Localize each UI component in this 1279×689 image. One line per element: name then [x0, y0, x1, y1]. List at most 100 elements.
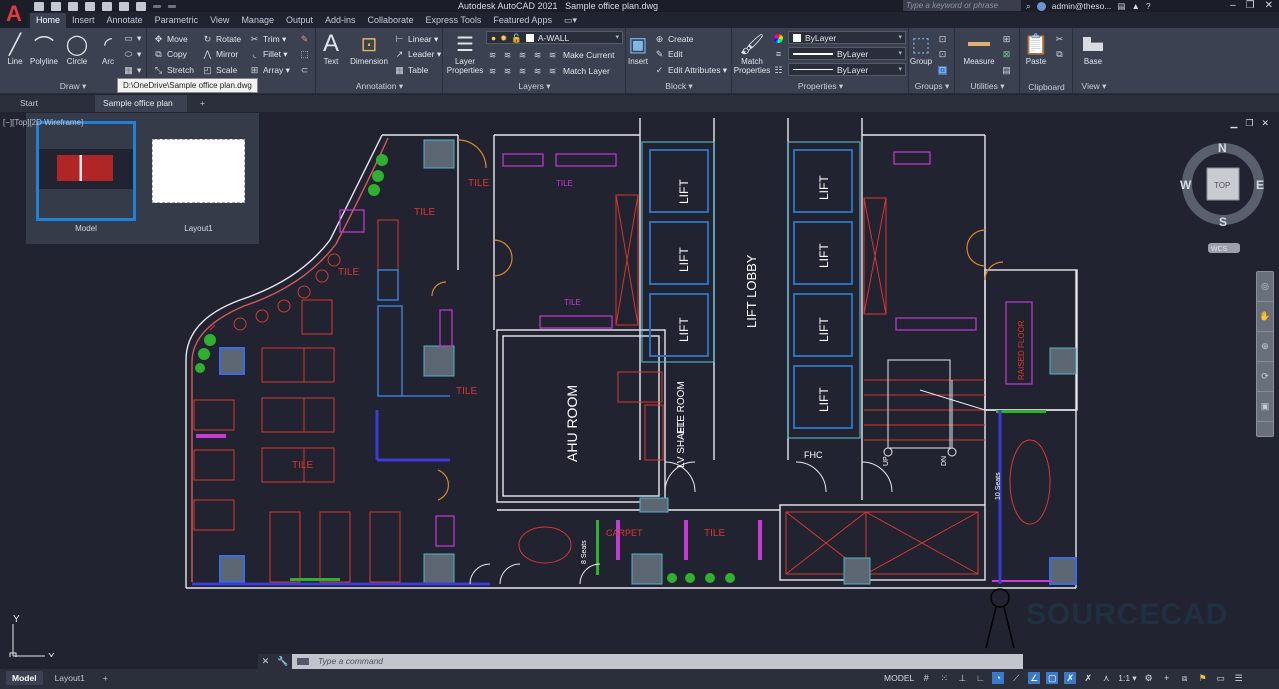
customization-menu-icon[interactable]: ☰ [1233, 672, 1245, 684]
tab-output[interactable]: Output [280, 13, 319, 28]
edit-block-button[interactable]: ✎ Edit [655, 47, 683, 61]
user-signin[interactable]: admin@theso... [1052, 1, 1112, 11]
layout-tab-model[interactable]: Model [6, 671, 43, 685]
command-input[interactable]: Type a command [292, 654, 1023, 669]
thumbnail-model[interactable] [36, 121, 136, 221]
restore-button[interactable]: ❐ [1246, 0, 1255, 12]
viewport-controls-label[interactable]: [−][Top][2D Wireframe] [3, 118, 83, 127]
showmotion-icon[interactable]: ▣ [1257, 392, 1273, 422]
block-panel-label[interactable]: Block ▾ [627, 81, 731, 92]
undo-icon[interactable] [153, 4, 161, 8]
close-command-line-icon[interactable]: ✕ [262, 656, 270, 667]
clean-screen-icon[interactable]: ▭ [1215, 672, 1227, 684]
utilities-panel-label[interactable]: Utilities ▾ [956, 81, 1019, 92]
groups-panel-label[interactable]: Groups ▾ [910, 81, 954, 92]
rectangle-button[interactable]: ▭ ▾ [124, 31, 141, 45]
viewport-close-icon[interactable]: ✕ [1261, 118, 1269, 129]
layer-lock-icon[interactable]: ≋ [533, 50, 542, 60]
help-search-input[interactable]: Type a keyword or phrase [903, 0, 1021, 11]
zoom-extents-icon[interactable]: ⊕ [1257, 332, 1273, 362]
print-icon[interactable] [136, 1, 146, 11]
tab-view[interactable]: View [204, 13, 235, 28]
tab-insert[interactable]: Insert [66, 13, 101, 28]
model-space-toggle[interactable]: MODEL [884, 673, 914, 683]
create-block-button[interactable]: ⊕ Create [655, 32, 694, 46]
layers-panel-label[interactable]: Layers ▾ [444, 81, 625, 92]
make-current-button[interactable]: Make Current [563, 50, 615, 60]
doc-tab-start[interactable]: Start [12, 95, 92, 112]
layout-tab-layout1[interactable]: Layout1 [49, 671, 91, 685]
doc-tab-sample-office-plan[interactable]: Sample office plan ✕ [95, 95, 187, 125]
base-view-button[interactable]: Base [1074, 31, 1112, 66]
layer-thaw-all-icon[interactable]: ≋ [518, 66, 527, 76]
isometric-icon[interactable]: ⟋ [1010, 672, 1022, 684]
cart-icon[interactable]: ▤ [1117, 1, 1125, 12]
add-layout-button[interactable]: + [97, 671, 114, 685]
compass-n[interactable]: N [1218, 141, 1227, 155]
units-icon[interactable]: ⧈ [1179, 672, 1191, 684]
plot-preview-icon[interactable] [119, 1, 129, 11]
boundary-button[interactable]: ▦ ▾ [124, 63, 141, 77]
quick-select-button[interactable]: ⊞ [1002, 32, 1011, 46]
fillet-button[interactable]: ◟ Fillet ▾ [250, 47, 288, 61]
save-icon[interactable] [68, 1, 78, 11]
copy-clip-button[interactable]: ⧉ [1055, 47, 1064, 61]
steering-wheel-icon[interactable]: ◎ [1257, 272, 1273, 302]
compass-e[interactable]: E [1256, 178, 1264, 192]
group-select-button[interactable]: ⊡ [938, 63, 947, 77]
array-button[interactable]: ⊞ Array ▾ [250, 63, 290, 77]
insert-button[interactable]: ▣ Insert [621, 31, 655, 67]
tab-parametric[interactable]: Parametric [149, 13, 205, 28]
annotation-scale-icon[interactable]: ⋏ [1100, 672, 1112, 684]
viewport-minimize-icon[interactable]: ▁ [1230, 118, 1237, 129]
offset-button[interactable]: ⊂ [300, 63, 309, 77]
isolate-objects-icon[interactable]: ⚑ [1197, 672, 1209, 684]
select-all-button[interactable]: ⊠ [1002, 47, 1011, 61]
compass-s[interactable]: S [1219, 215, 1227, 229]
layer-on-all-icon[interactable]: ≋ [488, 66, 497, 76]
table-button[interactable]: ▦ Table [395, 63, 428, 77]
group-edit-button[interactable]: ⊡ [938, 47, 947, 61]
stretch-button[interactable]: ⤡ Stretch [154, 63, 194, 77]
new-icon[interactable] [34, 1, 44, 11]
linetype-dropdown[interactable]: ByLayer ▾ [788, 63, 906, 76]
pan-icon[interactable]: ✋ [1257, 302, 1273, 332]
layer-dropdown[interactable]: ● ✹ 🔓 A-WALL ▾ [486, 31, 623, 44]
grid-icon[interactable]: # [920, 672, 932, 684]
redo-icon[interactable] [168, 4, 176, 8]
scale-button[interactable]: ◰ Scale [203, 63, 237, 77]
match-layer-button[interactable]: Match Layer [563, 66, 610, 76]
copy-button[interactable]: ⧉ Copy [154, 47, 187, 61]
ortho-icon[interactable]: ∟ [974, 672, 986, 684]
web-mobile-icon[interactable] [102, 1, 112, 11]
linear-button[interactable]: ⊢ Linear ▾ [395, 32, 439, 46]
ungroup-button[interactable]: ⊡ [938, 32, 947, 46]
paste-button[interactable]: 📋 Paste [1018, 31, 1054, 67]
help-icon[interactable]: ? [1146, 1, 1151, 11]
group-button[interactable]: ⬚ Group [906, 31, 936, 67]
cut-button[interactable]: ✂ [1055, 32, 1064, 46]
erase-button[interactable]: ✎ [300, 32, 309, 46]
autocad-logo-icon[interactable]: A [0, 0, 28, 28]
tab-collaborate[interactable]: Collaborate [362, 13, 420, 28]
rotate-button[interactable]: ↻ Rotate [203, 32, 241, 46]
tab-add-ins[interactable]: Add-ins [319, 13, 362, 28]
ribbon-toggle-icon[interactable]: ▭▾ [558, 13, 583, 28]
calculator-button[interactable]: ▤ [1002, 63, 1011, 77]
open-icon[interactable] [51, 1, 61, 11]
orbit-icon[interactable]: ⟳ [1257, 362, 1273, 392]
layer-properties-button[interactable]: ☰ Layer Properties [444, 31, 486, 76]
compass-w[interactable]: W [1180, 178, 1192, 192]
explode-button[interactable]: ⬚ [300, 47, 309, 61]
tab-express-tools[interactable]: Express Tools [420, 13, 488, 28]
match-properties-button[interactable]: 🖌 Match Properties [731, 31, 773, 76]
minimize-button[interactable]: – [1230, 0, 1236, 12]
annotation-panel-label[interactable]: Annotation ▾ [317, 81, 442, 92]
edit-attributes-button[interactable]: ✓ Edit Attributes ▾ [655, 63, 727, 77]
annotation-scale-value[interactable]: 1:1 ▾ [1118, 673, 1136, 684]
close-button[interactable]: ✕ [1265, 0, 1273, 12]
layer-isolate-icon[interactable]: ≋ [503, 50, 512, 60]
layer-unlock-all-icon[interactable]: ≋ [533, 66, 542, 76]
layer-unisolate-icon[interactable]: ≋ [503, 66, 512, 76]
move-button[interactable]: ✥ Move [154, 32, 188, 46]
